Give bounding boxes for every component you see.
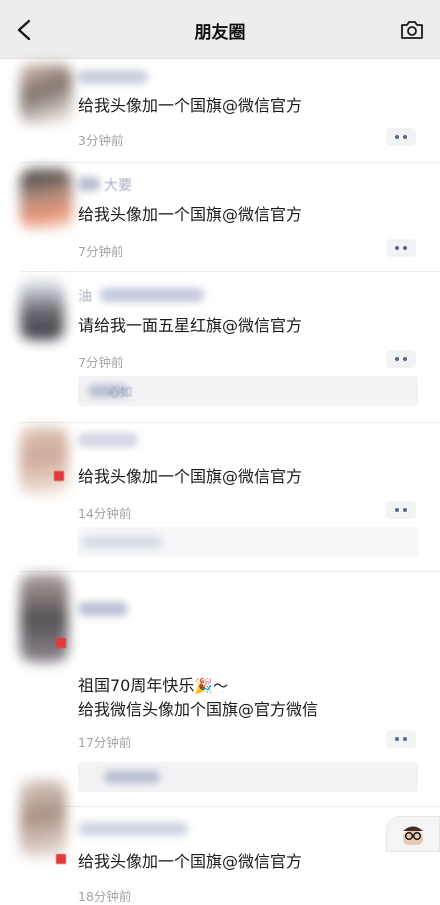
post-content: 给我头像加一个国旗@微信官方 <box>78 96 303 115</box>
post-time: 7分钟前 <box>78 355 124 370</box>
avatar[interactable] <box>20 427 68 495</box>
user-name[interactable]: 大要 <box>104 175 132 195</box>
more-button[interactable] <box>386 350 416 368</box>
comment-area[interactable] <box>78 527 418 557</box>
post-content-line1: 祖国70周年快乐 <box>78 676 195 695</box>
user-name[interactable] <box>78 822 188 836</box>
user-name-blur <box>100 288 204 302</box>
divider <box>20 422 440 423</box>
post-content: 给我头像加一个国旗@微信官方 <box>78 205 303 224</box>
more-button[interactable] <box>386 730 416 748</box>
party-emoji: 🎉～ <box>194 677 229 695</box>
post-content-line2: 给我微信头像加个国旗@官方微信 <box>78 700 319 719</box>
divider <box>20 271 440 272</box>
page-title: 朋友圈 <box>194 23 246 43</box>
post-time: 7分钟前 <box>78 244 124 259</box>
post-time: 17分钟前 <box>78 735 132 750</box>
flag-badge <box>54 471 64 481</box>
divider <box>20 162 440 163</box>
more-button[interactable] <box>386 501 416 519</box>
post-content: 请给我一面五星红旗@微信官方 <box>78 316 303 335</box>
avatar[interactable] <box>20 169 72 229</box>
post-time: 3分钟前 <box>78 133 124 148</box>
user-name[interactable] <box>78 602 128 616</box>
user-name[interactable] <box>78 433 138 447</box>
user-name[interactable] <box>78 70 148 84</box>
divider <box>20 571 440 572</box>
avatar[interactable] <box>20 780 66 858</box>
post-time: 14分钟前 <box>78 506 132 521</box>
post-content: 祖国70周年快乐🎉～ 给我微信头像加个国旗@官方微信 <box>78 674 416 722</box>
divider <box>20 806 440 807</box>
post-content: 给我头像加一个国旗@微信官方 <box>78 467 303 486</box>
floating-avatar[interactable] <box>386 816 440 852</box>
post-content: 给我头像加一个国旗@微信官方 <box>78 852 303 871</box>
flag-badge <box>56 854 66 864</box>
comment-area[interactable] <box>78 762 418 792</box>
post-time: 18分钟前 <box>78 889 132 904</box>
comment-text: 心如 <box>108 385 133 399</box>
camera-icon[interactable] <box>400 20 424 40</box>
avatar[interactable] <box>20 574 68 662</box>
avatar[interactable] <box>20 64 72 124</box>
top-bar: 朋友圈 <box>0 0 440 59</box>
comment-area[interactable]: 心如 <box>78 376 418 406</box>
more-button[interactable] <box>386 128 416 146</box>
flag-badge <box>56 638 66 648</box>
user-name-blur <box>78 177 100 191</box>
more-button[interactable] <box>386 239 416 257</box>
user-name[interactable]: 油 <box>78 286 92 306</box>
glasses-face-icon <box>403 826 423 845</box>
avatar[interactable] <box>20 280 64 340</box>
